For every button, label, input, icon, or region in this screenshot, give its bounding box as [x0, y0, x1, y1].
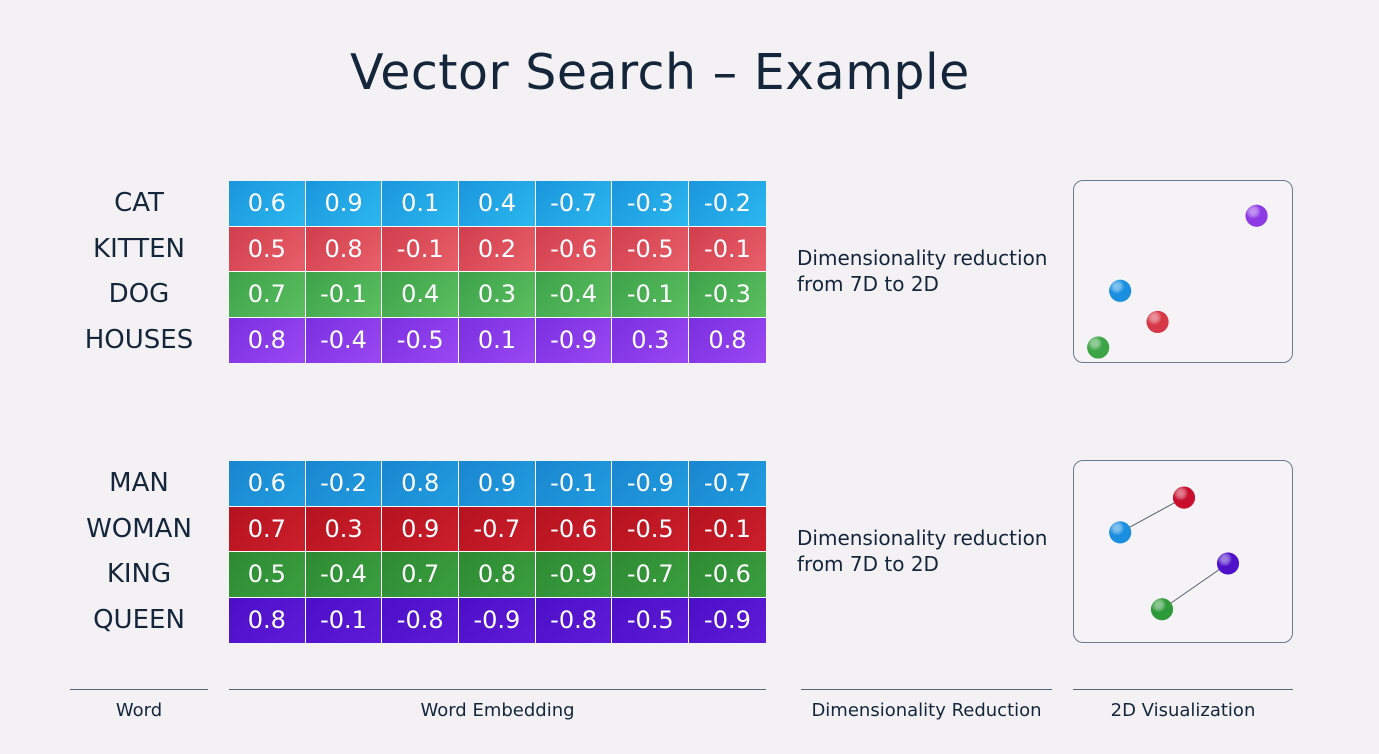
embedding-cell: -0.6	[535, 226, 613, 272]
point-kitten-highlight	[1146, 310, 1169, 333]
embedding-cell: -0.4	[305, 317, 383, 363]
reduction-line-1: Dimensionality reduction	[797, 246, 1048, 270]
embedding-cell: -0.1	[689, 506, 766, 552]
footer-divider-visualization	[1073, 689, 1293, 690]
embedding-cell: 0.1	[382, 181, 460, 227]
point-man-highlight	[1109, 521, 1132, 544]
word-label: DOG	[108, 279, 170, 309]
page-title: Vector Search – Example	[350, 44, 970, 101]
embedding-cell: 0.1	[459, 317, 536, 363]
embedding-cell: -0.5	[612, 597, 690, 643]
embedding-cell: 0.8	[689, 317, 766, 363]
embedding-cell: -0.3	[689, 272, 766, 318]
embedding-cell: -0.4	[535, 272, 613, 318]
link-line	[1161, 563, 1229, 610]
embedding-cell: -0.1	[689, 226, 766, 272]
embedding-cell: -0.5	[382, 317, 460, 363]
visualization-panel	[1073, 460, 1293, 643]
footer-divider-word	[70, 689, 208, 690]
embedding-cell: -0.1	[612, 272, 690, 318]
point-queen-highlight	[1217, 552, 1239, 575]
word-column: CAT KITTEN DOG HOUSES	[70, 181, 208, 363]
reduction-line-2: from 7D to 2D	[797, 552, 939, 576]
embedding-cell: -0.5	[612, 506, 690, 552]
point-woman-highlight	[1173, 486, 1195, 509]
embedding-cell: -0.9	[612, 461, 690, 507]
embedding-cell: 0.9	[382, 506, 460, 552]
embedding-cell: -0.3	[612, 181, 690, 227]
embedding-cell: 0.5	[229, 226, 306, 272]
reduction-line-2: from 7D to 2D	[797, 272, 939, 296]
embedding-cell: -0.2	[689, 181, 766, 227]
embedding-cell: -0.8	[382, 597, 460, 643]
embedding-cell: 0.9	[459, 461, 536, 507]
footer-label-visualization: 2D Visualization	[1110, 700, 1256, 721]
embedding-cell: -0.1	[305, 597, 383, 643]
embedding-cell: -0.9	[689, 597, 766, 643]
word-label: KING	[106, 559, 172, 589]
word-column: MAN WOMAN KING QUEEN	[70, 461, 208, 643]
embedding-cell: -0.1	[305, 272, 383, 318]
embedding-cell: 0.6	[229, 181, 306, 227]
embedding-cell: 0.3	[459, 272, 536, 318]
reduction-note: Dimensionality reduction from 7D to 2D	[797, 525, 1067, 577]
embedding-cell: -0.4	[305, 552, 383, 598]
word-label: CAT	[114, 188, 164, 218]
embedding-cell: -0.7	[689, 461, 766, 507]
embedding-cell: -0.7	[535, 181, 613, 227]
embedding-grid: 0.6 -0.2 0.8 0.9 -0.1 -0.9 -0.7 0.7 0.3 0.9 -0.7 -0…	[229, 461, 766, 643]
footer-divider-reduction	[801, 689, 1052, 690]
embedding-cell: -0.1	[382, 226, 460, 272]
embedding-cell: 0.7	[229, 506, 306, 552]
embedding-cell: -0.6	[689, 552, 766, 598]
embedding-cell: 0.8	[305, 226, 383, 272]
point-dog-highlight	[1087, 336, 1110, 359]
embedding-cell: 0.8	[229, 317, 306, 363]
embedding-cell: 0.8	[229, 597, 306, 643]
visualization-panel	[1073, 180, 1293, 363]
word-label: WOMAN	[86, 513, 192, 544]
word-label: KITTEN	[93, 233, 185, 264]
embedding-cell: -0.6	[535, 506, 613, 552]
embedding-cell: -0.9	[535, 317, 613, 363]
embedding-cell: 0.4	[459, 181, 536, 227]
footer-label-embedding: Word Embedding	[420, 700, 575, 721]
embedding-cell: -0.7	[612, 552, 690, 598]
embedding-cell: 0.7	[382, 552, 460, 598]
embedding-cell: 0.9	[305, 181, 383, 227]
footer-divider-embedding	[229, 689, 766, 690]
embedding-cell: -0.7	[459, 506, 536, 552]
embedding-grid: 0.6 0.9 0.1 0.4 -0.7 -0.3 -0.2 0.5 0.8 -0.1 0.2 -0.…	[229, 181, 766, 363]
embedding-cell: 0.3	[612, 317, 690, 363]
footer-label-word: Word	[115, 700, 163, 721]
embedding-cell: -0.8	[535, 597, 613, 643]
embedding-cell: 0.2	[459, 226, 536, 272]
embedding-cell: -0.9	[459, 597, 536, 643]
word-label: HOUSES	[84, 324, 194, 355]
reduction-line-1: Dimensionality reduction	[797, 526, 1048, 550]
embedding-cell: 0.6	[229, 461, 306, 507]
embedding-cell: 0.3	[305, 506, 383, 552]
embedding-cell: -0.9	[535, 552, 613, 598]
embedding-cell: -0.5	[612, 226, 690, 272]
embedding-cell: 0.7	[229, 272, 306, 318]
footer-label-reduction: Dimensionality Reduction	[811, 700, 1042, 721]
embedding-cell: 0.4	[382, 272, 460, 318]
group-royalty: MAN WOMAN KING QUEEN 0.6 -0.2 0.8 0.9 -0.1 -0.9-…	[0, 460, 1379, 647]
word-label: MAN	[109, 468, 169, 498]
embedding-cell: -0.1	[535, 461, 613, 507]
embedding-cell: 0.8	[459, 552, 536, 598]
point-cat-highlight	[1109, 279, 1132, 302]
word-label: QUEEN	[93, 604, 185, 635]
scatter-plot	[1109, 486, 1239, 621]
embedding-cell: 0.5	[229, 552, 306, 598]
scatter-plot	[1087, 204, 1268, 359]
embedding-cell: -0.2	[305, 461, 383, 507]
reduction-note: Dimensionality reduction from 7D to 2D	[797, 245, 1067, 297]
embedding-cell: 0.8	[382, 461, 460, 507]
group-animals: CAT KITTEN DOG HOUSES 0.6 0.9 0.1 0.4 -0.7 -0.3-…	[0, 180, 1379, 367]
point-king-highlight	[1151, 598, 1173, 621]
point-houses-highlight	[1245, 204, 1268, 227]
